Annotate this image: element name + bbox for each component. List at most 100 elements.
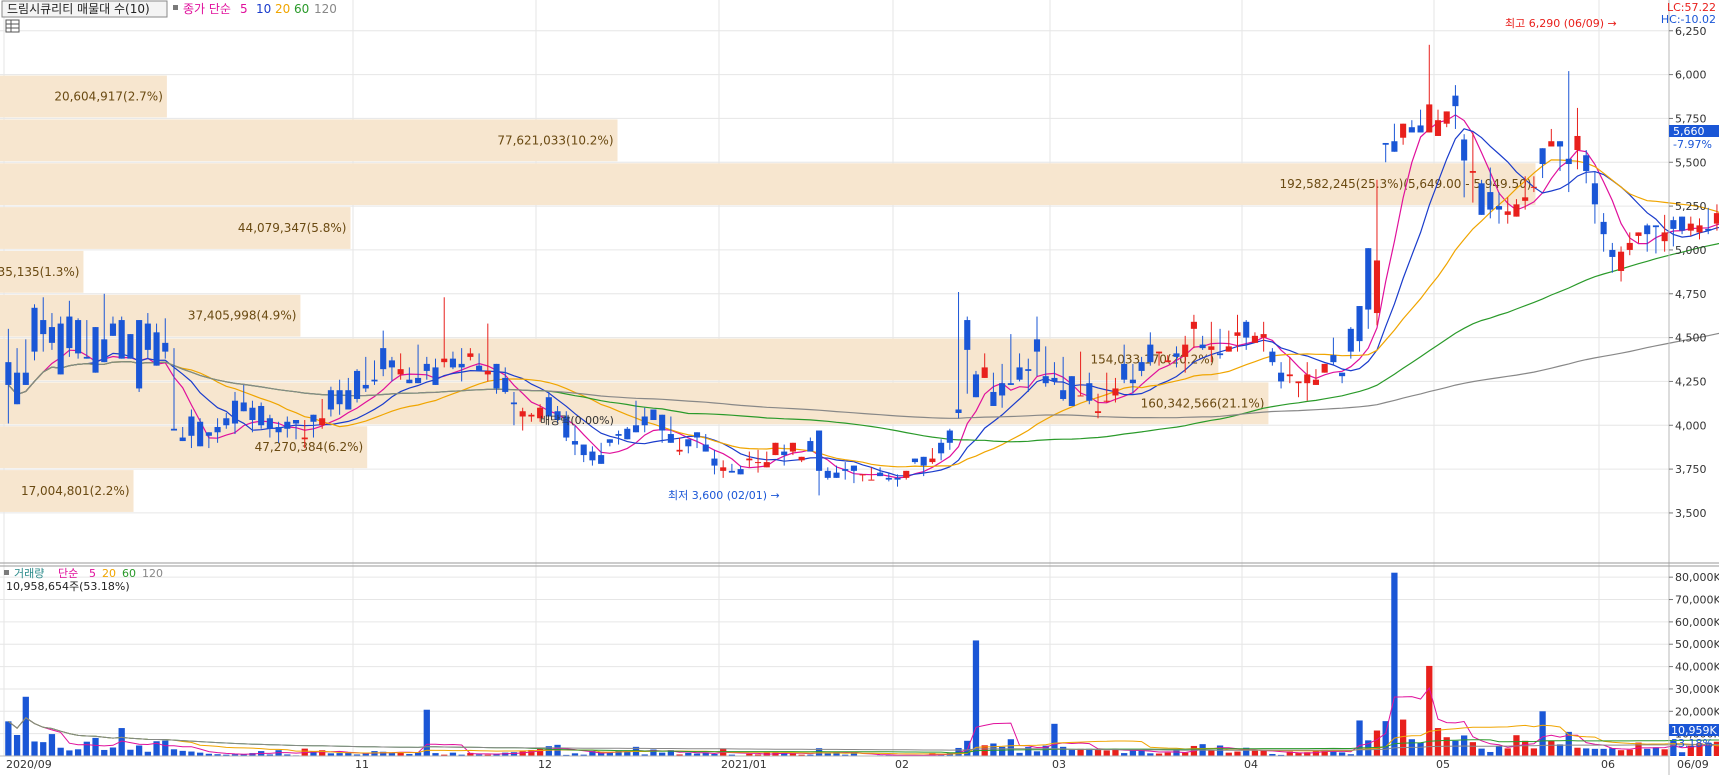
volume-bar[interactable] bbox=[57, 747, 64, 756]
candle[interactable] bbox=[1478, 179, 1485, 215]
volume-bar[interactable] bbox=[179, 750, 186, 756]
volume-bar[interactable] bbox=[66, 750, 73, 756]
volume-bar[interactable] bbox=[1208, 750, 1215, 756]
volume-bar[interactable] bbox=[1626, 749, 1633, 756]
volume-bar[interactable] bbox=[1216, 745, 1224, 756]
candle[interactable] bbox=[197, 418, 204, 447]
volume-bar[interactable] bbox=[1234, 751, 1241, 756]
volume-bar[interactable] bbox=[972, 640, 980, 756]
chart-canvas[interactable]: 20,604,917(2.7%)77,621,033(10.2%)192,582… bbox=[0, 0, 1719, 775]
candle[interactable] bbox=[136, 320, 143, 392]
volume-bar[interactable] bbox=[1548, 740, 1555, 756]
candle[interactable] bbox=[624, 427, 631, 440]
volume-bar[interactable] bbox=[1678, 752, 1686, 756]
candle[interactable] bbox=[118, 316, 125, 359]
volume-bar[interactable] bbox=[5, 721, 12, 756]
volume-bar[interactable] bbox=[101, 749, 108, 756]
candle[interactable] bbox=[57, 316, 64, 375]
volume-bar[interactable] bbox=[1469, 742, 1476, 756]
volume-bar[interactable] bbox=[144, 751, 151, 756]
volume-bar[interactable] bbox=[74, 749, 82, 756]
volume-bar[interactable] bbox=[22, 696, 29, 756]
volume-bar[interactable] bbox=[1600, 748, 1607, 756]
volume-bar[interactable] bbox=[1574, 747, 1581, 756]
volume-bar[interactable] bbox=[1487, 751, 1494, 756]
volume-bar[interactable] bbox=[127, 749, 134, 756]
candle[interactable] bbox=[650, 409, 657, 421]
volume-bar[interactable] bbox=[1426, 665, 1433, 756]
volume-bar[interactable] bbox=[1583, 748, 1590, 756]
volume-bar[interactable] bbox=[1225, 752, 1232, 756]
volume-bar[interactable] bbox=[998, 746, 1006, 756]
volume-bar[interactable] bbox=[1617, 750, 1625, 756]
volume-bar[interactable] bbox=[1495, 745, 1503, 756]
volume-bar[interactable] bbox=[449, 752, 457, 756]
volume-bar[interactable] bbox=[92, 737, 99, 756]
volume-bar[interactable] bbox=[1007, 739, 1014, 756]
stock-selector[interactable]: 드림시큐리티 매물대 수(10) bbox=[7, 2, 150, 16]
volume-bar[interactable] bbox=[1399, 719, 1407, 756]
volume-bar[interactable] bbox=[1417, 742, 1424, 756]
candle[interactable] bbox=[75, 318, 82, 359]
volume-bar[interactable] bbox=[1373, 730, 1381, 756]
volume-bar[interactable] bbox=[659, 752, 666, 756]
volume-bar[interactable] bbox=[83, 741, 90, 756]
volume-bar[interactable] bbox=[1182, 752, 1189, 756]
volume-bar[interactable] bbox=[990, 743, 997, 756]
volume-bar[interactable] bbox=[1356, 720, 1363, 756]
candle[interactable] bbox=[92, 327, 99, 373]
volume-bar[interactable] bbox=[48, 734, 56, 756]
volume-bar[interactable] bbox=[1661, 749, 1668, 756]
volume-bar[interactable] bbox=[1068, 749, 1076, 756]
volume-bar[interactable] bbox=[1539, 711, 1546, 756]
volume-bar[interactable] bbox=[13, 734, 21, 756]
volume-bar[interactable] bbox=[1644, 748, 1651, 756]
volume-bar[interactable] bbox=[109, 747, 117, 756]
volume-bar[interactable] bbox=[135, 745, 143, 756]
volume-bar[interactable] bbox=[1173, 750, 1180, 756]
volume-bar[interactable] bbox=[1164, 752, 1171, 756]
candle-body bbox=[1347, 328, 1354, 352]
volume-bar[interactable] bbox=[1033, 751, 1041, 756]
volume-bar[interactable] bbox=[1260, 750, 1267, 756]
candle[interactable] bbox=[772, 442, 779, 456]
volume-bar[interactable] bbox=[1382, 721, 1389, 756]
volume-bar[interactable] bbox=[1312, 751, 1320, 756]
volume-bar[interactable] bbox=[1530, 748, 1538, 756]
volume-bar[interactable] bbox=[31, 741, 38, 756]
volume-bar[interactable] bbox=[1338, 752, 1346, 756]
candle[interactable] bbox=[972, 370, 980, 398]
volume-bar[interactable] bbox=[1478, 748, 1485, 756]
volume-bar[interactable] bbox=[1391, 572, 1398, 756]
volume-bar[interactable] bbox=[510, 752, 518, 756]
candle[interactable] bbox=[353, 369, 361, 403]
volume-bar[interactable] bbox=[423, 709, 430, 756]
volume-bar[interactable] bbox=[1556, 744, 1564, 756]
volume-bar[interactable] bbox=[1434, 728, 1442, 756]
volume-bar[interactable] bbox=[1094, 749, 1102, 756]
volume-bar[interactable] bbox=[1103, 750, 1110, 756]
table-toggle-icon[interactable] bbox=[5, 19, 20, 33]
volume-bar[interactable] bbox=[1504, 748, 1511, 756]
candle[interactable] bbox=[258, 402, 265, 429]
volume-bar[interactable] bbox=[162, 740, 169, 756]
volume-bar[interactable] bbox=[1251, 750, 1259, 756]
volume-bar[interactable] bbox=[536, 748, 544, 756]
volume-bar[interactable] bbox=[1591, 748, 1599, 756]
volume-bar[interactable] bbox=[197, 752, 204, 756]
volume-bar[interactable] bbox=[615, 750, 622, 756]
volume-bar[interactable] bbox=[1713, 741, 1719, 756]
volume-bar[interactable] bbox=[1522, 740, 1529, 756]
candle[interactable] bbox=[1068, 376, 1075, 406]
candle[interactable] bbox=[1321, 363, 1328, 373]
candle[interactable] bbox=[127, 334, 134, 359]
volume-bar[interactable] bbox=[1060, 746, 1067, 756]
volume-bar[interactable] bbox=[519, 751, 526, 756]
volume-bar[interactable] bbox=[188, 751, 195, 756]
volume-bar[interactable] bbox=[1609, 748, 1616, 756]
volume-bar[interactable] bbox=[170, 749, 178, 756]
volume-bar[interactable] bbox=[1652, 747, 1660, 756]
volume-bar[interactable] bbox=[40, 742, 47, 756]
volume-bar[interactable] bbox=[1452, 740, 1459, 756]
volume-bar[interactable] bbox=[1051, 723, 1058, 756]
